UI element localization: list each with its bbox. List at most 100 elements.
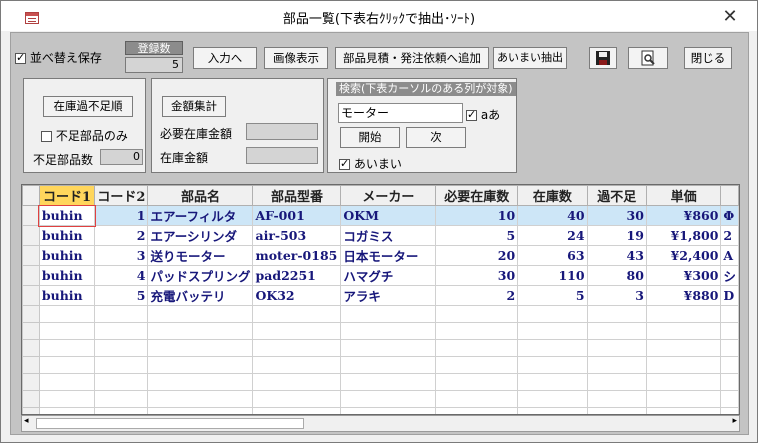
column-header[interactable]: [720, 185, 739, 206]
table-row[interactable]: buhin 2 エアーシリンダ air-503 コガミス 5 24 19 ¥1,800 2: [22, 225, 739, 246]
amount-total-button[interactable]: 金額集計: [162, 96, 226, 117]
column-header[interactable]: コード2: [94, 185, 149, 206]
table-cell[interactable]: 110: [517, 265, 588, 286]
empty-cell: [252, 390, 342, 408]
table-cell[interactable]: 充電バッテリ: [147, 285, 254, 306]
fuzzy-checkbox[interactable]: あいまい: [339, 155, 402, 172]
table-cell[interactable]: buhin: [38, 285, 96, 306]
table-cell[interactable]: moter-0185: [252, 245, 342, 266]
table-cell[interactable]: 4: [94, 265, 149, 286]
table-cell[interactable]: 30: [586, 205, 647, 226]
table-cell[interactable]: 30: [435, 265, 519, 286]
table-row[interactable]: buhin 5 充電バッテリ OK32 アラキ 2 5 3 ¥880 D: [22, 285, 739, 306]
table-cell[interactable]: 5: [94, 285, 149, 306]
table-cell[interactable]: 3: [586, 285, 647, 306]
print-preview-button[interactable]: [628, 47, 668, 69]
empty-row: [22, 356, 739, 374]
table-cell[interactable]: 2: [435, 285, 519, 306]
table-cell[interactable]: 63: [517, 245, 588, 266]
image-view-button[interactable]: 画像表示: [264, 47, 328, 69]
table-cell[interactable]: buhin: [38, 204, 96, 227]
fuzzy-check[interactable]: [339, 157, 350, 170]
table-cell[interactable]: 24: [517, 225, 588, 246]
table-cell[interactable]: 2: [720, 225, 739, 246]
table-cell[interactable]: 1: [94, 205, 149, 226]
table-row[interactable]: buhin 3 送りモーター moter-0185 日本モーター 20 63 43 ¥2,400…: [22, 245, 739, 266]
table-cell[interactable]: buhin: [38, 245, 96, 266]
scrollbar-thumb[interactable]: [36, 418, 304, 429]
column-header[interactable]: 在庫数: [517, 185, 588, 206]
table-cell[interactable]: エアーシリンダ: [147, 225, 254, 246]
column-header[interactable]: 単価: [645, 185, 722, 206]
table-row[interactable]: buhin 4 パッドスプリング pad2251 ハマグチ 30 110 80 ¥300 シ: [22, 265, 739, 286]
row-selector[interactable]: [22, 285, 40, 306]
table-cell[interactable]: コガミス: [340, 225, 437, 246]
table-cell[interactable]: 10: [435, 205, 519, 226]
column-header[interactable]: 必要在庫数: [435, 185, 519, 206]
table-cell[interactable]: 2: [94, 225, 149, 246]
row-selector[interactable]: [22, 205, 40, 226]
table-cell[interactable]: ¥860: [645, 205, 722, 226]
table-cell[interactable]: A: [720, 245, 739, 266]
table-cell[interactable]: 日本モーター: [340, 245, 437, 266]
search-input[interactable]: モーター: [338, 103, 463, 123]
table-cell[interactable]: 3: [94, 245, 149, 266]
table-cell[interactable]: Φ: [720, 205, 739, 226]
table-cell[interactable]: pad2251: [252, 265, 342, 286]
empty-row: [22, 339, 739, 357]
table-cell[interactable]: パッドスプリング: [147, 265, 254, 286]
column-header[interactable]: 部品型番: [252, 185, 342, 206]
select-all-corner[interactable]: [22, 185, 40, 206]
table-cell[interactable]: ¥300: [645, 265, 722, 286]
table-row[interactable]: buhin 1 エアーフィルタ AF-001 OKM 10 40 30 ¥860 Φ: [22, 204, 739, 227]
close-icon[interactable]: ✕: [719, 7, 741, 27]
table-cell[interactable]: エアーフィルタ: [147, 205, 254, 226]
table-cell[interactable]: 43: [586, 245, 647, 266]
table-cell[interactable]: air-503: [252, 225, 342, 246]
shortage-sort-button[interactable]: 在庫過不足順: [43, 96, 133, 117]
case-checkbox[interactable]: aあ: [466, 106, 500, 123]
table-cell[interactable]: ¥1,800: [645, 225, 722, 246]
search-start-button[interactable]: 開始: [340, 127, 400, 148]
table-cell[interactable]: 40: [517, 205, 588, 226]
case-check[interactable]: [466, 108, 477, 121]
close-button[interactable]: 閉じる: [684, 47, 732, 69]
table-cell[interactable]: 20: [435, 245, 519, 266]
table-cell[interactable]: ハマグチ: [340, 265, 437, 286]
table-cell[interactable]: buhin: [38, 225, 96, 246]
table-cell[interactable]: 送りモーター: [147, 245, 254, 266]
table-cell[interactable]: 5: [435, 225, 519, 246]
empty-cell: [147, 305, 254, 323]
table-cell[interactable]: 19: [586, 225, 647, 246]
scroll-right-icon[interactable]: ▸: [732, 416, 737, 426]
row-selector[interactable]: [22, 245, 40, 266]
shortage-only-check[interactable]: [41, 131, 52, 142]
table-cell[interactable]: buhin: [38, 265, 96, 286]
sort-save-check[interactable]: [15, 51, 26, 64]
row-selector[interactable]: [22, 265, 40, 286]
row-selector[interactable]: [22, 225, 40, 246]
column-header[interactable]: 過不足: [586, 185, 647, 206]
search-next-button[interactable]: 次: [406, 127, 466, 148]
table-cell[interactable]: OK32: [252, 285, 342, 306]
column-header[interactable]: コード1: [38, 185, 96, 206]
table-cell[interactable]: アラキ: [340, 285, 437, 306]
table-cell[interactable]: AF-001: [252, 205, 342, 226]
sort-save-checkbox[interactable]: 並べ替え保存: [15, 49, 102, 66]
table-cell[interactable]: D: [720, 285, 739, 306]
table-cell[interactable]: 5: [517, 285, 588, 306]
table-cell[interactable]: 80: [586, 265, 647, 286]
save-button[interactable]: [589, 47, 617, 69]
shortage-only-checkbox[interactable]: 不足部品のみ: [41, 127, 128, 144]
column-header[interactable]: 部品名: [147, 185, 254, 206]
input-button[interactable]: 入力へ: [193, 47, 257, 69]
table-cell[interactable]: OKM: [340, 205, 437, 226]
table-cell[interactable]: ¥880: [645, 285, 722, 306]
horizontal-scrollbar[interactable]: ◂ ▸: [21, 415, 740, 432]
table-cell[interactable]: ¥2,400: [645, 245, 722, 266]
add-estimate-button[interactable]: 部品見積・発注依頼へ追加: [335, 47, 489, 69]
column-header[interactable]: メーカー: [340, 185, 437, 206]
scroll-left-icon[interactable]: ◂: [24, 416, 29, 426]
fuzzy-extract-button[interactable]: あいまい抽出: [493, 47, 567, 69]
table-cell[interactable]: シ: [720, 265, 739, 286]
